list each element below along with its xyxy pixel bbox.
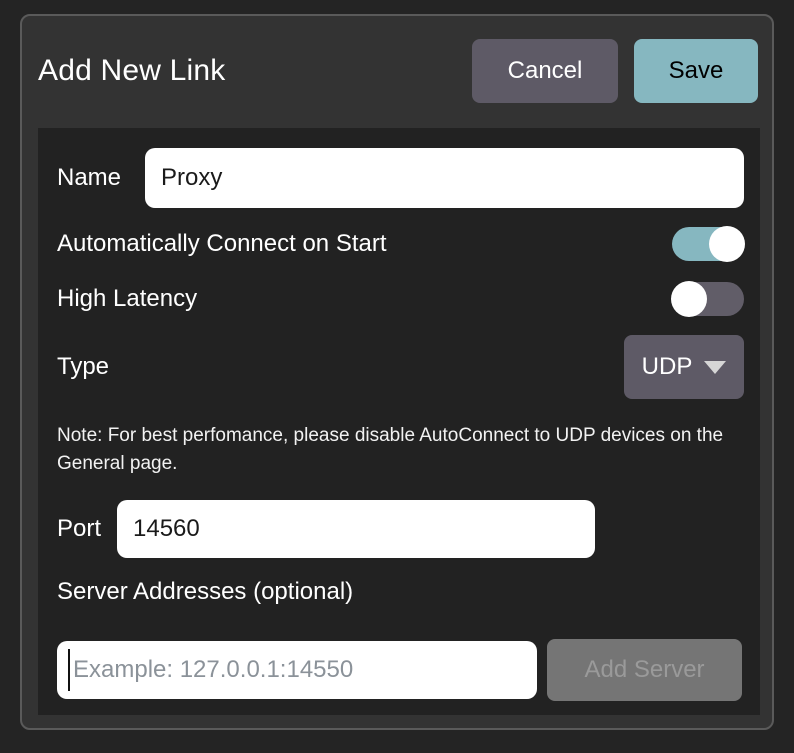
- type-label: Type: [57, 353, 109, 381]
- add-server-button[interactable]: Add Server: [547, 639, 742, 701]
- toggle-knob: [671, 281, 707, 317]
- auto-connect-row: Automatically Connect on Start: [57, 227, 744, 261]
- auto-connect-label: Automatically Connect on Start: [57, 230, 387, 258]
- save-button[interactable]: Save: [634, 39, 758, 103]
- server-address-input[interactable]: [57, 641, 537, 699]
- high-latency-row: High Latency: [57, 282, 744, 316]
- auto-connect-toggle[interactable]: [672, 227, 744, 261]
- server-address-row: Add Server: [57, 639, 744, 701]
- type-row: Type UDP: [57, 335, 744, 399]
- udp-note-text: Note: For best perfomance, please disabl…: [57, 422, 742, 478]
- dialog-title: Add New Link: [38, 54, 226, 88]
- add-new-link-dialog: Add New Link Cancel Save Name Automatica…: [20, 14, 774, 730]
- server-address-input-wrap: [57, 639, 537, 701]
- type-dropdown[interactable]: UDP: [624, 335, 744, 399]
- port-input[interactable]: [117, 500, 595, 558]
- high-latency-label: High Latency: [57, 285, 197, 313]
- chevron-down-icon: [704, 361, 726, 374]
- header-buttons: Cancel Save: [472, 39, 758, 103]
- cancel-button[interactable]: Cancel: [472, 39, 618, 103]
- text-cursor: [68, 649, 70, 691]
- toggle-knob: [709, 226, 745, 262]
- name-row: Name: [57, 148, 744, 208]
- port-row: Port: [57, 500, 744, 558]
- type-dropdown-value: UDP: [642, 353, 693, 381]
- link-settings-panel: Name Automatically Connect on Start High…: [38, 128, 760, 715]
- high-latency-toggle[interactable]: [672, 282, 744, 316]
- dialog-header: Add New Link Cancel Save: [22, 16, 772, 126]
- port-label: Port: [57, 515, 117, 543]
- name-input[interactable]: [145, 148, 744, 208]
- server-addresses-label: Server Addresses (optional): [57, 578, 744, 606]
- name-label: Name: [57, 164, 145, 192]
